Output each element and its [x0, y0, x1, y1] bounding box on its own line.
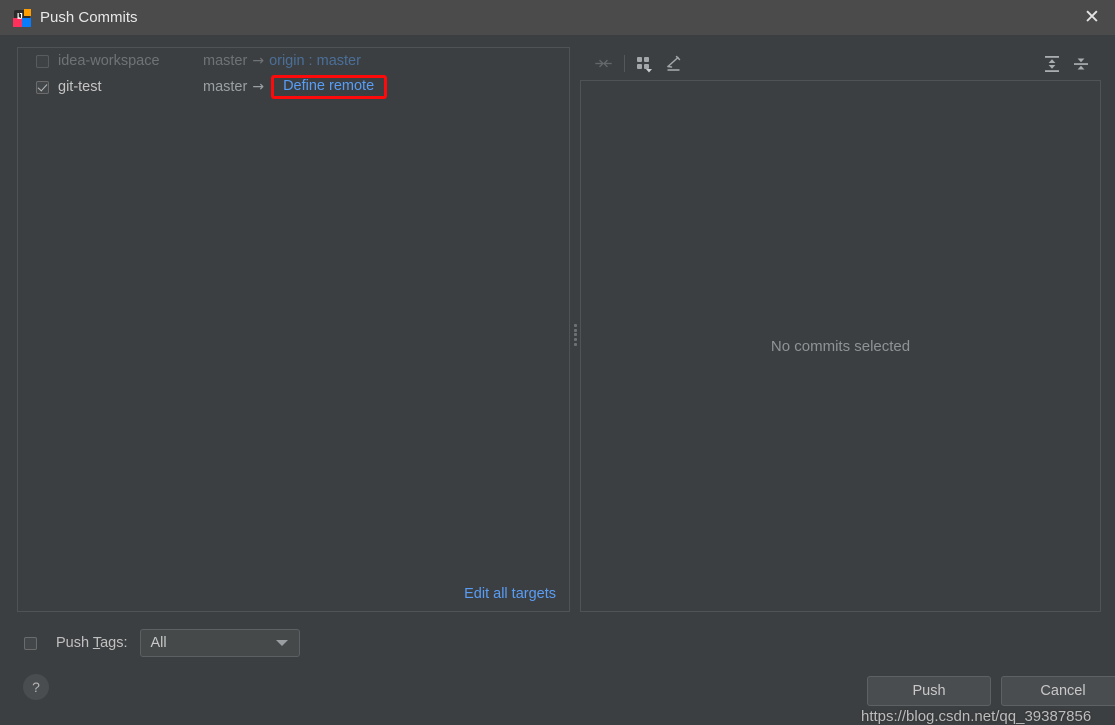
table-row[interactable]: idea-workspace master → origin : master	[18, 48, 569, 74]
panel-splitter[interactable]	[572, 47, 580, 612]
title-bar: IJ Push Commits ✕	[0, 0, 1115, 36]
app-icon-letters: IJ	[17, 11, 23, 21]
cancel-button[interactable]: Cancel	[1001, 676, 1115, 706]
collapse-all-icon[interactable]	[1068, 51, 1094, 77]
repository-checkbox-git-test[interactable]	[36, 80, 49, 94]
push-button[interactable]: Push	[867, 676, 991, 706]
collapse-selection-icon	[590, 51, 616, 77]
help-button[interactable]: ?	[23, 674, 49, 700]
highlight-annotation-box: Define remote	[271, 75, 388, 99]
define-remote-link[interactable]: Define remote	[283, 79, 374, 94]
chevron-down-icon	[275, 640, 288, 646]
chevron-down-icon	[646, 68, 652, 72]
expand-all-icon[interactable]	[1039, 51, 1065, 77]
arrow-right-icon: →	[252, 79, 265, 95]
toolbar-right-group	[1039, 47, 1097, 80]
repository-name: git-test	[58, 79, 102, 95]
splitter-grip-icon[interactable]	[574, 323, 578, 346]
repository-list: idea-workspace master → origin : master …	[18, 48, 569, 100]
repository-target-panel: idea-workspace master → origin : master …	[17, 47, 570, 612]
intellij-idea-icon: IJ	[13, 8, 31, 27]
local-branch-label: master	[203, 53, 248, 69]
push-tags-dropdown-value: All	[150, 635, 167, 651]
push-tags-label-prefix: Push	[56, 635, 93, 651]
edit-all-targets-link[interactable]: Edit all targets	[464, 586, 556, 602]
highlight-pencil-icon[interactable]	[661, 51, 687, 77]
toolbar-separator	[624, 55, 625, 72]
close-icon[interactable]: ✕	[1069, 0, 1115, 34]
repository-checkbox-idea-workspace[interactable]	[36, 54, 49, 68]
local-branch-label: master	[203, 79, 248, 95]
commit-details-area: No commits selected	[580, 80, 1101, 612]
group-by-icon[interactable]	[632, 51, 658, 77]
push-tags-row: Push Tags: All	[24, 629, 300, 657]
commit-details-panel: No commits selected	[580, 47, 1101, 612]
push-tags-dropdown[interactable]: All	[139, 629, 300, 657]
remote-target-link[interactable]: origin : master	[269, 53, 361, 69]
window-title: Push Commits	[40, 9, 138, 26]
watermark-text: https://blog.csdn.net/qq_39387856	[861, 708, 1092, 725]
table-row[interactable]: git-test master → Define remote	[18, 74, 569, 100]
empty-state-message: No commits selected	[770, 337, 911, 355]
push-tags-mnemonic: T	[92, 635, 101, 651]
dialog-body: idea-workspace master → origin : master …	[0, 35, 1115, 725]
push-tags-checkbox[interactable]	[24, 636, 37, 650]
push-tags-label-suffix: ags:	[100, 635, 128, 651]
repository-name: idea-workspace	[58, 53, 160, 69]
push-target: master → origin : master	[203, 53, 361, 69]
commit-details-toolbar	[580, 47, 1101, 80]
push-target: master → Define remote	[203, 75, 388, 99]
arrow-right-icon: →	[252, 53, 265, 69]
push-tags-label: Push Tags:	[56, 635, 128, 651]
